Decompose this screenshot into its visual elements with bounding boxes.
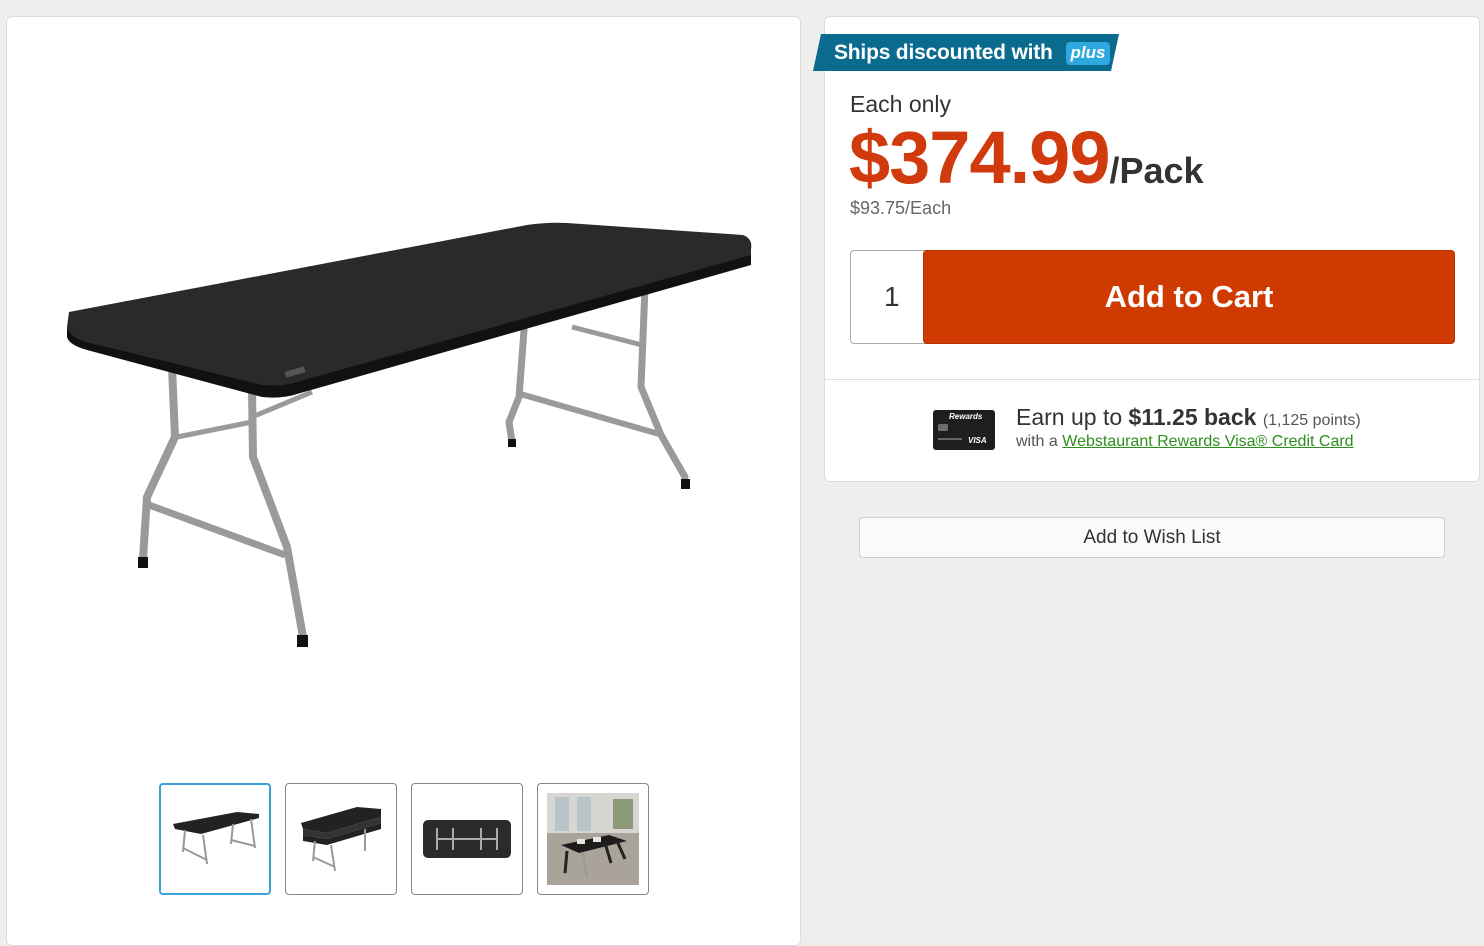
visa-card-icon: Rewards VISA xyxy=(933,410,995,455)
with-a-text: with a xyxy=(1016,433,1063,450)
add-to-wish-list-button[interactable]: Add to Wish List xyxy=(859,517,1445,558)
per-pack-label: /Pack xyxy=(1109,150,1204,191)
thumb-table-room[interactable] xyxy=(537,783,649,895)
rewards-card-line: with a Webstaurant Rewards Visa® Credit … xyxy=(1016,433,1354,451)
thumb-table-folded[interactable] xyxy=(411,783,523,895)
earn-points: (1,125 points) xyxy=(1262,412,1361,429)
product-gallery xyxy=(6,16,801,946)
card-visa-label: VISA xyxy=(968,436,987,445)
price-row: $374.99/Pack xyxy=(849,115,1204,200)
card-rewards-label: Rewards xyxy=(949,412,983,421)
plus-banner-text: Ships discounted with xyxy=(834,41,1053,64)
earn-prefix: Earn up to xyxy=(1016,404,1129,430)
plus-shipping-banner: Ships discounted with plus xyxy=(813,34,1119,71)
per-each-price: $93.75/Each xyxy=(850,198,952,218)
thumbnail-strip xyxy=(159,783,649,895)
add-to-cart-button[interactable]: Add to Cart xyxy=(923,250,1455,344)
earn-rewards-text: Earn up to $11.25 back (1,125 points) xyxy=(1016,404,1361,431)
thumb-table-open[interactable] xyxy=(159,783,271,895)
rewards-visa-link[interactable]: Webstaurant Rewards Visa® Credit Card xyxy=(1062,433,1353,450)
plus-badge: plus xyxy=(1066,42,1110,65)
thumb-tables-stacked[interactable] xyxy=(285,783,397,895)
each-only-label: Each only xyxy=(850,91,952,117)
divider xyxy=(825,379,1479,380)
price: $374.99 xyxy=(849,116,1110,199)
earn-amount: $11.25 back xyxy=(1128,404,1257,430)
folding-table-image[interactable] xyxy=(47,187,767,667)
purchase-panel: Ships discounted with plus Each only $37… xyxy=(813,16,1480,482)
